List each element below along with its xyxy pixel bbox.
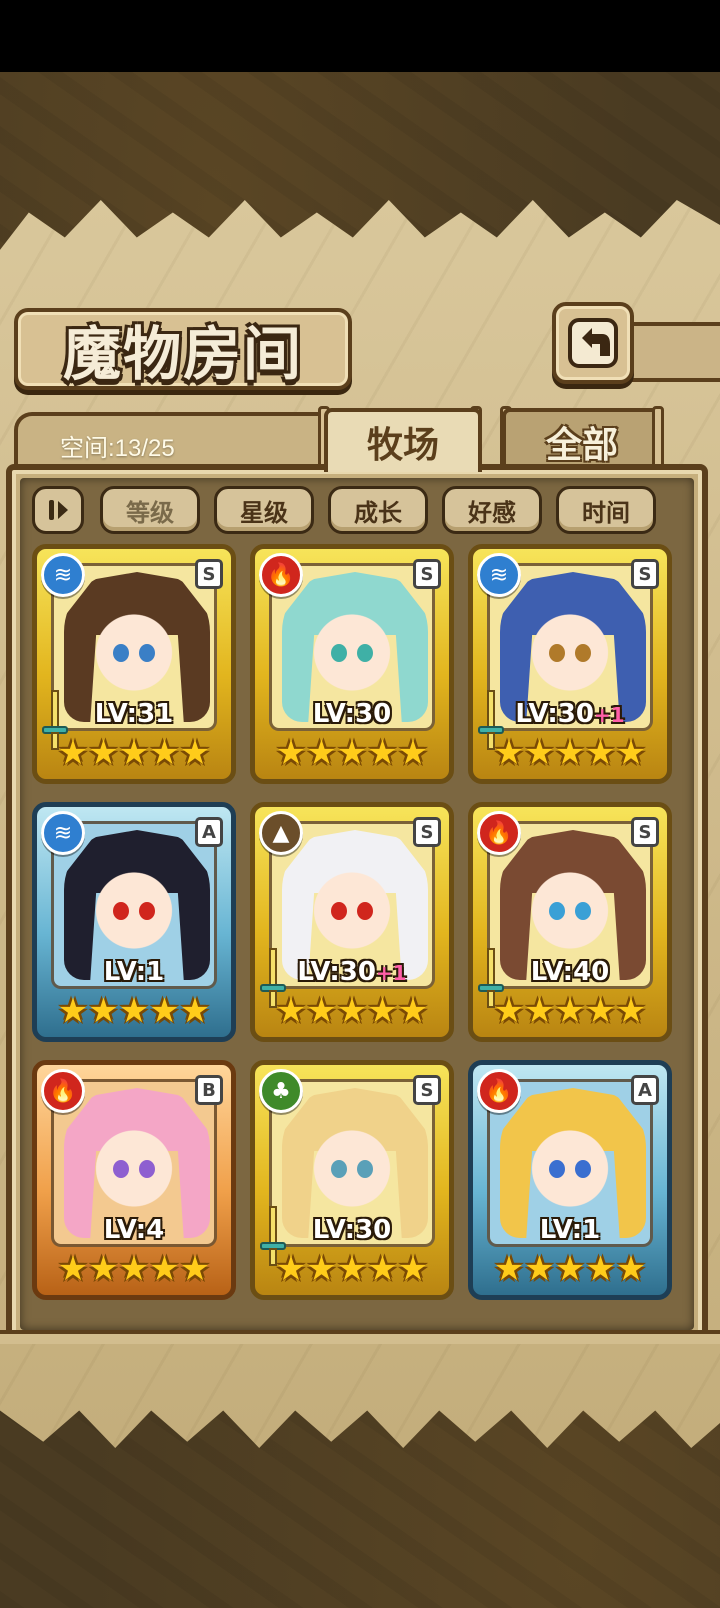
rank-badge: S (195, 559, 223, 589)
tab-pasture[interactable]: 牧场 (324, 408, 482, 472)
portrait-face (515, 850, 625, 960)
star-rating: ★★★★★ (51, 733, 217, 773)
stars-text: ★★★★★ (57, 991, 211, 1031)
level-value: LV:4 (103, 1215, 165, 1245)
rank-badge: S (413, 1075, 441, 1105)
level-label: LV:40 (473, 957, 667, 987)
portrait-face (297, 1108, 407, 1218)
level-bonus: +1 (593, 703, 625, 727)
sort-button-affinity[interactable]: 好感 (442, 486, 542, 534)
level-value: LV:1 (539, 1215, 601, 1245)
star-rating: ★★★★★ (51, 991, 217, 1031)
stars-text: ★★★★★ (493, 1249, 647, 1289)
star-rating: ★★★★★ (51, 1249, 217, 1289)
stars-text: ★★★★★ (493, 733, 647, 773)
level-bonus: +1 (375, 961, 407, 985)
rank-badge: S (413, 559, 441, 589)
level-label: LV:31 (37, 699, 231, 729)
level-label: LV:30 (255, 699, 449, 729)
level-value: LV:30 (297, 957, 376, 987)
monster-card[interactable]: ≋ A LV:1 ★★★★★ (32, 802, 236, 1042)
star-rating: ★★★★★ (487, 733, 653, 773)
rank-badge: A (631, 1075, 659, 1105)
title-plate: 魔物房间 (14, 308, 352, 390)
stars-text: ★★★★★ (275, 991, 429, 1031)
level-label: LV:1 (37, 957, 231, 987)
rank-badge: S (631, 559, 659, 589)
status-bar (0, 0, 720, 72)
return-arrow-icon (568, 318, 618, 368)
sort-button-level[interactable]: 等级 (100, 486, 200, 534)
stars-text: ★★★★★ (275, 1249, 429, 1289)
portrait-face (515, 592, 625, 702)
star-rating: ★★★★★ (487, 1249, 653, 1289)
stars-text: ★★★★★ (493, 991, 647, 1031)
fire-icon: 🔥 (477, 811, 521, 855)
level-value: LV:1 (103, 957, 165, 987)
monster-card[interactable]: ≋ S LV:30+1 ★★★★★ (468, 544, 672, 784)
fire-icon: 🔥 (41, 1069, 85, 1113)
star-rating: ★★★★★ (269, 1249, 435, 1289)
wood-icon: ♣ (259, 1069, 303, 1113)
monster-card[interactable]: 🔥 S LV:30 ★★★★★ (250, 544, 454, 784)
monster-card[interactable]: 🔥 A LV:1 ★★★★★ (468, 1060, 672, 1300)
rank-badge: S (631, 817, 659, 847)
star-rating: ★★★★★ (269, 991, 435, 1031)
level-label: LV:4 (37, 1215, 231, 1245)
water-icon: ≋ (41, 553, 85, 597)
sort-order-toggle[interactable] (32, 486, 84, 534)
level-label: LV:30 (255, 1215, 449, 1245)
back-strip (628, 322, 720, 382)
portrait-face (79, 1108, 189, 1218)
level-value: LV:31 (94, 699, 174, 729)
level-value: LV:30 (312, 1215, 392, 1245)
rank-badge: A (195, 817, 223, 847)
monster-card[interactable]: ≋ S LV:31 ★★★★★ (32, 544, 236, 784)
monster-card[interactable]: ▲ S LV:30+1 ★★★★★ (250, 802, 454, 1042)
tab-rim (652, 406, 664, 470)
stars-text: ★★★★★ (275, 733, 429, 773)
water-icon: ≋ (477, 553, 521, 597)
fire-icon: 🔥 (477, 1069, 521, 1113)
portrait-face (79, 850, 189, 960)
stars-text: ★★★★★ (57, 1249, 211, 1289)
sort-button-star[interactable]: 星级 (214, 486, 314, 534)
sort-button-growth[interactable]: 成长 (328, 486, 428, 534)
monster-card[interactable]: 🔥 B LV:4 ★★★★★ (32, 1060, 236, 1300)
tab-all-label: 全部 (545, 424, 618, 466)
tab-pasture-label: 牧场 (366, 424, 439, 466)
frame-bottom (0, 1330, 720, 1344)
water-icon: ≋ (41, 811, 85, 855)
level-label: LV:1 (473, 1215, 667, 1245)
level-value: LV:30 (515, 699, 594, 729)
rank-badge: S (413, 817, 441, 847)
fire-icon: 🔥 (259, 553, 303, 597)
rank-badge: B (195, 1075, 223, 1105)
monster-card[interactable]: 🔥 S LV:40 ★★★★★ (468, 802, 672, 1042)
capacity-text: 空间:13/25 (60, 435, 175, 462)
portrait-face (297, 850, 407, 960)
level-value: LV:30 (312, 699, 392, 729)
portrait-face (297, 592, 407, 702)
portrait-face (79, 592, 189, 702)
star-rating: ★★★★★ (269, 733, 435, 773)
monster-card[interactable]: ♣ S LV:30 ★★★★★ (250, 1060, 454, 1300)
star-rating: ★★★★★ (487, 991, 653, 1031)
page-title: 魔物房间 (62, 320, 303, 388)
sort-button-time[interactable]: 时间 (556, 486, 656, 534)
back-button[interactable] (552, 302, 634, 384)
level-value: LV:40 (530, 957, 610, 987)
stars-text: ★★★★★ (57, 733, 211, 773)
sort-order-icon (49, 500, 68, 520)
tab-all[interactable]: 全部 (502, 408, 662, 472)
earth-icon: ▲ (259, 811, 303, 855)
portrait-face (515, 1108, 625, 1218)
level-label: LV:30+1 (255, 957, 449, 987)
level-label: LV:30+1 (473, 699, 667, 729)
